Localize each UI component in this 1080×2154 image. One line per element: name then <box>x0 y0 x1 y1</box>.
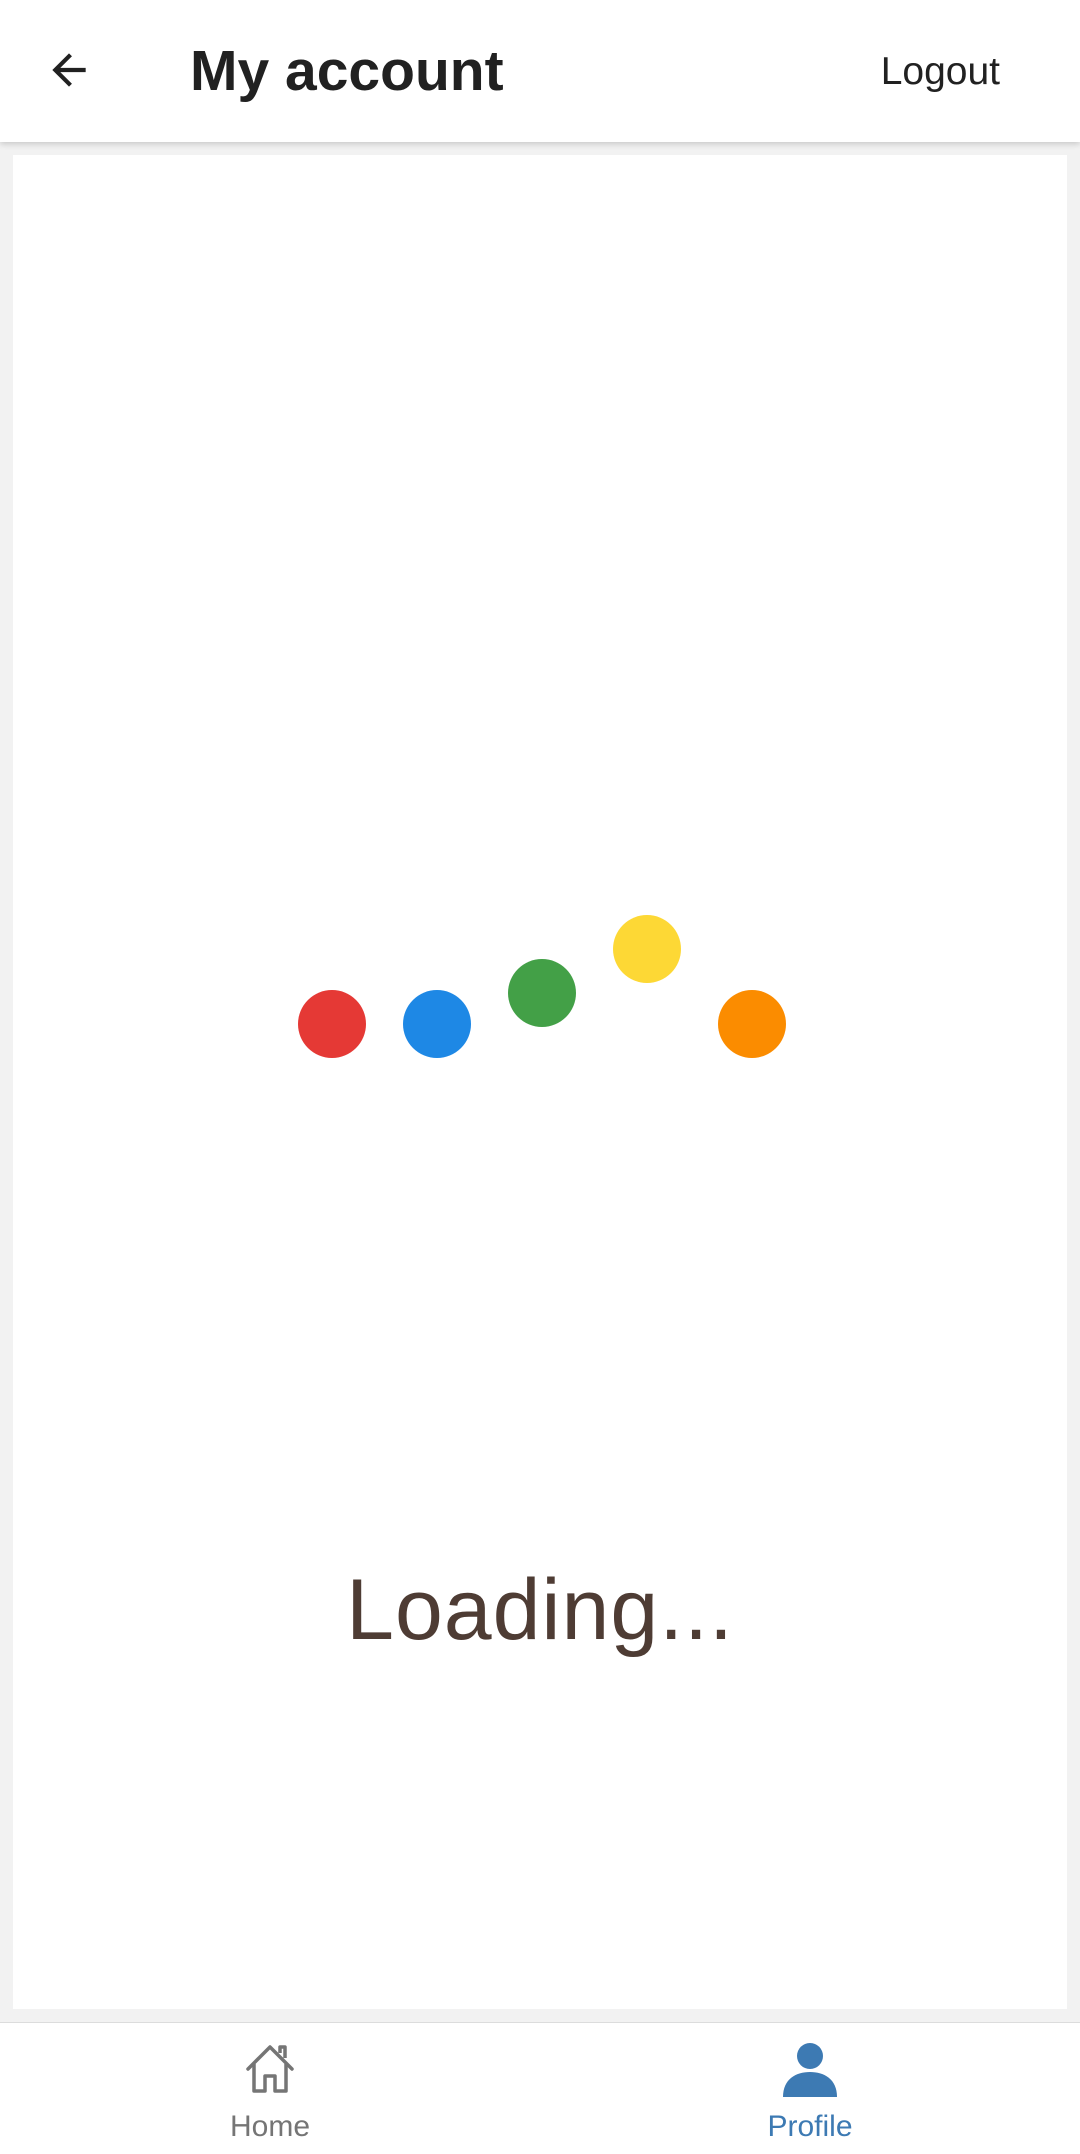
person-icon <box>783 2043 837 2097</box>
loading-dot-orange <box>718 990 786 1058</box>
back-button[interactable] <box>34 35 104 105</box>
loading-text: Loading... <box>346 1562 734 1658</box>
loading-dot-blue <box>403 990 471 1058</box>
logout-button[interactable]: Logout <box>881 44 1000 100</box>
nav-item-home[interactable]: Home <box>170 2023 370 2154</box>
bottom-nav: Home Profile <box>0 2022 1080 2154</box>
loading-dots <box>13 155 1067 2009</box>
nav-label-profile: Profile <box>767 2110 853 2143</box>
page-title: My account <box>190 39 504 103</box>
app-bar: My account Logout <box>0 0 1080 142</box>
loading-dot-yellow <box>613 915 681 983</box>
loading-dot-red <box>298 990 366 1058</box>
arrow-left-icon <box>52 53 86 87</box>
home-icon <box>246 2045 294 2093</box>
nav-label-home: Home <box>229 2110 311 2143</box>
content-card: Loading... <box>13 155 1067 2009</box>
loading-dot-green <box>508 959 576 1027</box>
nav-item-profile[interactable]: Profile <box>710 2023 910 2154</box>
